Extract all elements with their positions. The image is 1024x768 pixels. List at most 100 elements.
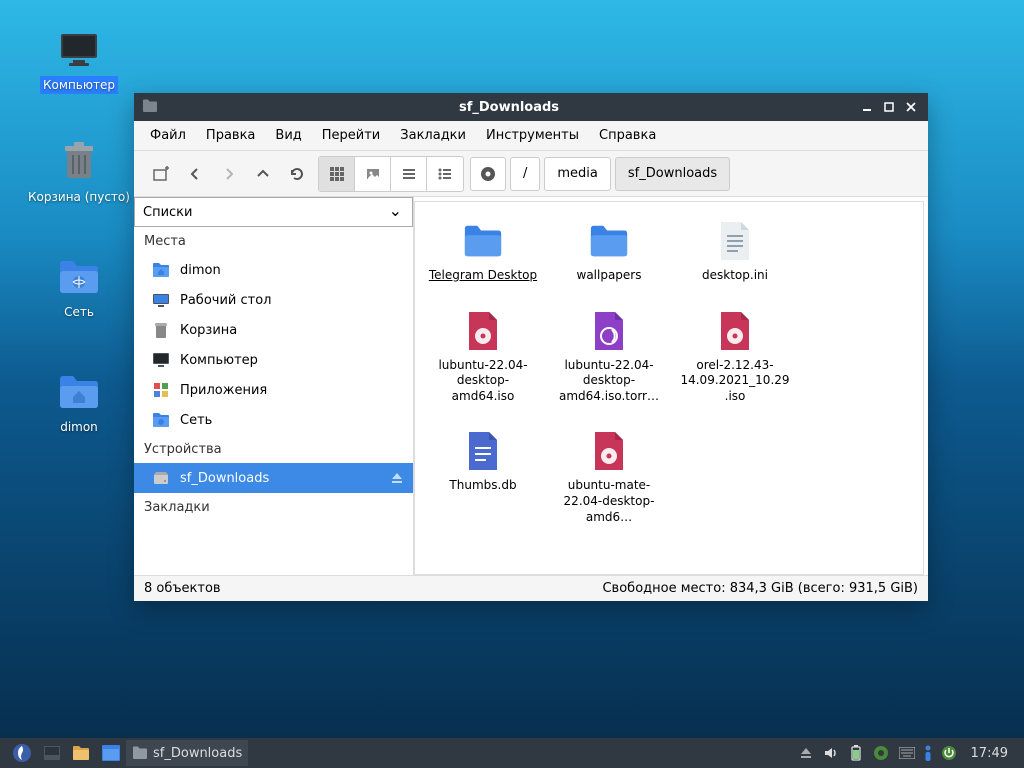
compact-view-button[interactable] <box>391 157 427 191</box>
place-item[interactable]: Сеть <box>134 405 413 435</box>
status-free-space: Свободное место: 834,3 GiB (всего: 931,5… <box>602 581 918 596</box>
menu-edit[interactable]: Правка <box>196 123 265 148</box>
tray-notice-icon[interactable] <box>921 740 935 766</box>
tray-battery-icon[interactable] <box>845 740 867 766</box>
eject-icon[interactable] <box>391 472 403 484</box>
icon-label: Компьютер <box>40 76 118 94</box>
place-item[interactable]: dimon <box>134 255 413 285</box>
file-name: lubuntu-22.04-desktop-amd64.iso.torr… <box>553 358 665 405</box>
file-item[interactable]: ubuntu-mate-22.04-desktop-amd6… <box>549 426 669 529</box>
file-item[interactable]: lubuntu-22.04-desktop-amd64.iso <box>423 306 543 409</box>
thumbnail-view-button[interactable] <box>355 157 391 191</box>
menu-file[interactable]: Файл <box>140 123 196 148</box>
place-label: Корзина <box>180 323 237 338</box>
file-name: lubuntu-22.04-desktop-amd64.iso <box>427 358 539 405</box>
up-button[interactable] <box>246 157 280 191</box>
window-title: sf_Downloads <box>164 100 854 115</box>
folder-icon <box>588 220 630 262</box>
side-panel: Списки Места dimonРабочий столКорзинаКом… <box>134 197 414 575</box>
section-devices: Устройства <box>134 435 413 463</box>
task-file-manager[interactable]: sf_Downloads <box>126 740 248 766</box>
detailed-view-button[interactable] <box>427 157 463 191</box>
place-label: Сеть <box>180 413 212 428</box>
menubar: Файл Правка Вид Перейти Закладки Инструм… <box>134 121 928 151</box>
file-item[interactable]: Telegram Desktop <box>423 216 543 288</box>
torrent-icon <box>588 310 630 352</box>
panel-mode-select[interactable]: Списки <box>134 197 413 227</box>
tray-keyboard-icon[interactable] <box>895 740 919 766</box>
menu-go[interactable]: Перейти <box>312 123 391 148</box>
path-root-button[interactable] <box>470 157 506 191</box>
path-segment-current[interactable]: sf_Downloads <box>615 157 730 191</box>
file-name: desktop.ini <box>679 268 791 284</box>
home-folder-icon <box>152 261 170 279</box>
forward-button[interactable] <box>212 157 246 191</box>
maximize-button[interactable] <box>880 98 898 116</box>
desktop-icon-computer[interactable]: Компьютер <box>24 28 134 94</box>
iso-icon <box>462 310 504 352</box>
window-body: Списки Места dimonРабочий столКорзинаКом… <box>134 197 928 575</box>
file-name: wallpapers <box>553 268 665 284</box>
file-item[interactable]: Thumbs.db <box>423 426 543 529</box>
desktop-icon-trash[interactable]: Корзина (пусто) <box>24 140 134 206</box>
launcher-browser[interactable] <box>96 740 126 766</box>
menu-tools[interactable]: Инструменты <box>476 123 589 148</box>
file-name: Telegram Desktop <box>427 268 539 284</box>
menu-view[interactable]: Вид <box>265 123 311 148</box>
close-button[interactable] <box>902 98 920 116</box>
monitor-icon <box>152 351 170 369</box>
icon-label: Корзина (пусто) <box>25 188 133 206</box>
desktop-icon <box>152 291 170 309</box>
place-item[interactable]: Приложения <box>134 375 413 405</box>
path-segment[interactable]: media <box>544 157 611 191</box>
menu-help[interactable]: Справка <box>589 123 666 148</box>
home-folder-icon <box>57 370 101 414</box>
place-label: Приложения <box>180 383 267 398</box>
trash-icon <box>152 321 170 339</box>
taskbar: sf_Downloads 17:49 <box>0 738 1024 768</box>
new-tab-button[interactable] <box>144 157 178 191</box>
clock[interactable]: 17:49 <box>961 746 1018 761</box>
file-name: Thumbs.db <box>427 478 539 494</box>
icon-label: Сеть <box>61 303 97 321</box>
place-item[interactable]: Корзина <box>134 315 413 345</box>
iso-icon <box>588 430 630 472</box>
file-item[interactable]: orel-2.12.43-14.09.2021_10.29.iso <box>675 306 795 409</box>
network-folder-icon <box>152 411 170 429</box>
text-icon <box>714 220 756 262</box>
back-button[interactable] <box>178 157 212 191</box>
place-item[interactable]: Компьютер <box>134 345 413 375</box>
tray-eject-icon[interactable] <box>795 740 817 766</box>
tray-volume-icon[interactable] <box>819 740 843 766</box>
show-desktop-button[interactable] <box>38 740 66 766</box>
place-item[interactable]: Рабочий стол <box>134 285 413 315</box>
apps-icon <box>152 381 170 399</box>
file-item[interactable]: desktop.ini <box>675 216 795 288</box>
pathbar: / media sf_Downloads <box>470 157 730 191</box>
reload-button[interactable] <box>280 157 314 191</box>
file-item[interactable]: lubuntu-22.04-desktop-amd64.iso.torr… <box>549 306 669 409</box>
folder-icon <box>462 220 504 262</box>
tray-update-icon[interactable] <box>869 740 893 766</box>
icon-view-button[interactable] <box>319 157 355 191</box>
menu-bookmarks[interactable]: Закладки <box>390 123 476 148</box>
file-manager-window: sf_Downloads Файл Правка Вид Перейти Зак… <box>134 93 928 601</box>
statusbar: 8 объектов Свободное место: 834,3 GiB (в… <box>134 575 928 601</box>
tray-power-icon[interactable] <box>937 740 961 766</box>
file-name: orel-2.12.43-14.09.2021_10.29.iso <box>679 358 791 405</box>
status-count: 8 объектов <box>144 581 221 596</box>
path-root-label[interactable]: / <box>510 157 540 191</box>
view-mode-group <box>318 156 464 192</box>
disk-icon <box>152 469 170 487</box>
doc-icon <box>462 430 504 472</box>
minimize-button[interactable] <box>858 98 876 116</box>
file-item[interactable]: wallpapers <box>549 216 669 288</box>
device-item[interactable]: sf_Downloads <box>134 463 413 493</box>
titlebar[interactable]: sf_Downloads <box>134 93 928 121</box>
trash-icon <box>57 140 101 184</box>
desktop-icon-network[interactable]: Сеть <box>24 255 134 321</box>
start-menu-button[interactable] <box>6 740 38 766</box>
desktop-icon-home[interactable]: dimon <box>24 370 134 436</box>
launcher-files[interactable] <box>66 740 96 766</box>
file-view[interactable]: Telegram Desktop wallpapers desktop.ini lub… <box>414 201 924 575</box>
